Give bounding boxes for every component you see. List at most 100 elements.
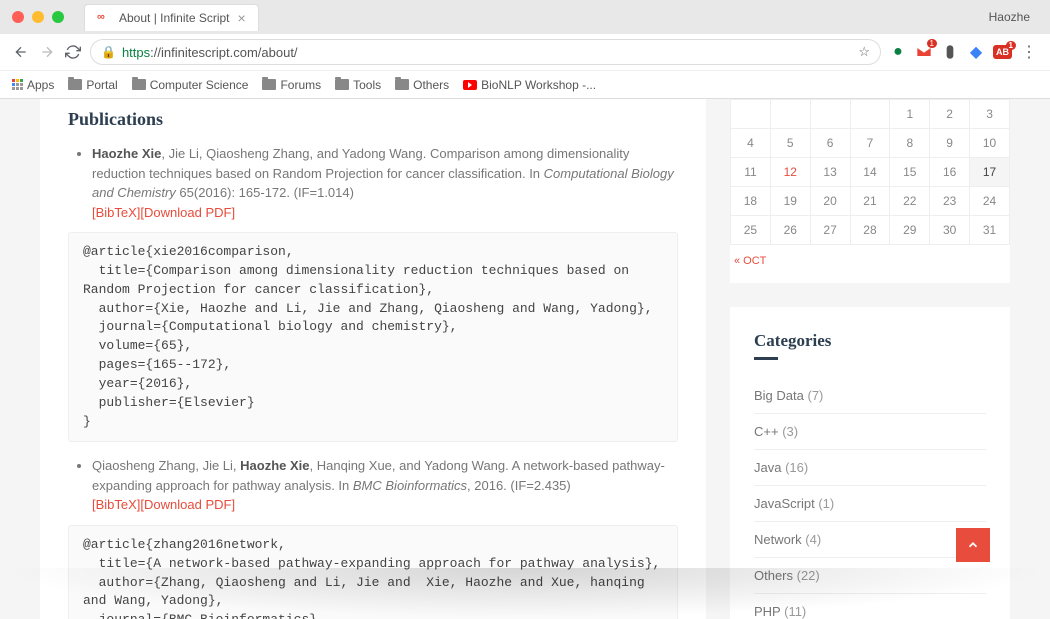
calendar-day[interactable]: 17	[970, 158, 1010, 187]
category-item[interactable]: C++ (3)	[754, 414, 986, 450]
bookmark-label: Others	[413, 78, 449, 92]
category-item[interactable]: Big Data (7)	[754, 378, 986, 414]
extension-evernote-icon[interactable]	[941, 43, 959, 61]
url-protocol: https	[122, 45, 150, 60]
calendar-day[interactable]: 9	[930, 129, 970, 158]
calendar-day[interactable]: 4	[731, 129, 771, 158]
category-count: (4)	[802, 532, 822, 547]
category-item[interactable]: Others (22)	[754, 558, 986, 594]
browser-menu-button[interactable]: ⋮	[1020, 43, 1038, 61]
heading-underline	[754, 357, 778, 360]
tab-close-button[interactable]: ×	[238, 10, 246, 26]
category-item[interactable]: JavaScript (1)	[754, 486, 986, 522]
tab-title: About | Infinite Script	[119, 11, 230, 25]
profile-name[interactable]: Haozhe	[989, 10, 1038, 24]
calendar-day[interactable]: 10	[970, 129, 1010, 158]
publication-item: Haozhe Xie, Jie Li, Qiaosheng Zhang, and…	[92, 144, 678, 442]
category-count: (7)	[804, 388, 824, 403]
calendar-day[interactable]: 27	[810, 216, 850, 245]
bibtex-block: @article{zhang2016network, title={A netw…	[68, 525, 678, 619]
apps-button[interactable]: Apps	[12, 78, 54, 92]
url-bar[interactable]: 🔒 https://infinitescript.com/about/ ☆	[90, 39, 881, 65]
categories-widget: Categories Big Data (7)C++ (3)Java (16)J…	[730, 307, 1010, 619]
bookmark-folder[interactable]: Computer Science	[132, 78, 249, 92]
calendar-day[interactable]: 18	[731, 187, 771, 216]
bookmark-folder[interactable]: Forums	[262, 78, 321, 92]
calendar-day[interactable]: 3	[970, 100, 1010, 129]
bookmark-folder[interactable]: Others	[395, 78, 449, 92]
folder-icon	[395, 79, 409, 90]
category-count: (16)	[781, 460, 808, 475]
bookmark-bionlp[interactable]: BioNLP Workshop -...	[463, 78, 596, 92]
download-pdf-link[interactable]: [Download PDF]	[140, 205, 235, 220]
calendar-day[interactable]: 30	[930, 216, 970, 245]
bibtex-link[interactable]: [BibTeX]	[92, 205, 140, 220]
calendar-day[interactable]: 14	[850, 158, 890, 187]
calendar-day[interactable]: 31	[970, 216, 1010, 245]
calendar-day[interactable]: 2	[930, 100, 970, 129]
category-item[interactable]: PHP (11)	[754, 594, 986, 619]
calendar-day[interactable]: 23	[930, 187, 970, 216]
bookmarks-bar: Apps Portal Computer Science Forums Tools Ot…	[0, 70, 1050, 98]
bookmark-folder[interactable]: Portal	[68, 78, 117, 92]
reload-button[interactable]	[64, 43, 82, 61]
youtube-icon	[463, 80, 477, 90]
calendar-day[interactable]: 12	[770, 158, 810, 187]
page-content: Publications Haozhe Xie, Jie Li, Qiaoshe…	[0, 99, 1050, 619]
maximize-window-button[interactable]	[52, 11, 64, 23]
categories-heading: Categories	[754, 331, 986, 351]
browser-chrome: ∞ About | Infinite Script × Haozhe 🔒 htt…	[0, 0, 1050, 99]
bookmark-label: BioNLP Workshop -...	[481, 78, 596, 92]
folder-icon	[262, 79, 276, 90]
category-name: PHP	[754, 604, 781, 619]
bibtex-block: @article{xie2016comparison, title={Compa…	[68, 232, 678, 442]
calendar-day[interactable]: 11	[731, 158, 771, 187]
calendar-day[interactable]: 24	[970, 187, 1010, 216]
calendar-day[interactable]: 20	[810, 187, 850, 216]
browser-tab[interactable]: ∞ About | Infinite Script ×	[84, 4, 259, 31]
minimize-window-button[interactable]	[32, 11, 44, 23]
category-item[interactable]: Network (4)	[754, 522, 986, 558]
extension-green-dot-icon[interactable]: ●	[889, 43, 907, 61]
calendar-day[interactable]: 22	[890, 187, 930, 216]
category-count: (3)	[779, 424, 799, 439]
bookmark-star-icon[interactable]: ☆	[858, 44, 870, 60]
calendar-day[interactable]: 26	[770, 216, 810, 245]
calendar-day	[770, 100, 810, 129]
url-path: ://infinitescript.com/about/	[150, 45, 297, 60]
bibtex-link[interactable]: [BibTeX]	[92, 497, 140, 512]
category-name: Big Data	[754, 388, 804, 403]
calendar-day[interactable]: 21	[850, 187, 890, 216]
calendar-prev-link[interactable]: « OCT	[730, 245, 1010, 267]
forward-button[interactable]	[38, 43, 56, 61]
calendar-day[interactable]: 1	[890, 100, 930, 129]
calendar-day[interactable]: 19	[770, 187, 810, 216]
close-window-button[interactable]	[12, 11, 24, 23]
extension-gmail-icon[interactable]: 1	[915, 43, 933, 61]
calendar-day[interactable]: 13	[810, 158, 850, 187]
calendar-day[interactable]: 6	[810, 129, 850, 158]
category-count: (1)	[815, 496, 835, 511]
bookmark-folder[interactable]: Tools	[335, 78, 381, 92]
adblock-badge: 1	[1006, 41, 1016, 50]
category-item[interactable]: Java (16)	[754, 450, 986, 486]
extension-adblock-icon[interactable]: AB1	[993, 45, 1012, 59]
download-pdf-link[interactable]: [Download PDF]	[140, 497, 235, 512]
calendar-day[interactable]: 7	[850, 129, 890, 158]
category-name: Java	[754, 460, 781, 475]
back-button[interactable]	[12, 43, 30, 61]
calendar-day[interactable]: 5	[770, 129, 810, 158]
nav-bar: 🔒 https://infinitescript.com/about/ ☆ ● …	[0, 34, 1050, 70]
extension-diamond-icon[interactable]: ◆	[967, 43, 985, 61]
calendar-day[interactable]: 15	[890, 158, 930, 187]
calendar-day[interactable]: 28	[850, 216, 890, 245]
category-name: Others	[754, 568, 793, 583]
calendar-day[interactable]: 25	[731, 216, 771, 245]
calendar-day[interactable]: 29	[890, 216, 930, 245]
calendar-day[interactable]: 16	[930, 158, 970, 187]
calendar-day[interactable]: 8	[890, 129, 930, 158]
calendar-day	[810, 100, 850, 129]
scroll-to-top-button[interactable]	[956, 528, 990, 562]
publication-links: [BibTeX][Download PDF]	[92, 495, 678, 515]
folder-icon	[335, 79, 349, 90]
